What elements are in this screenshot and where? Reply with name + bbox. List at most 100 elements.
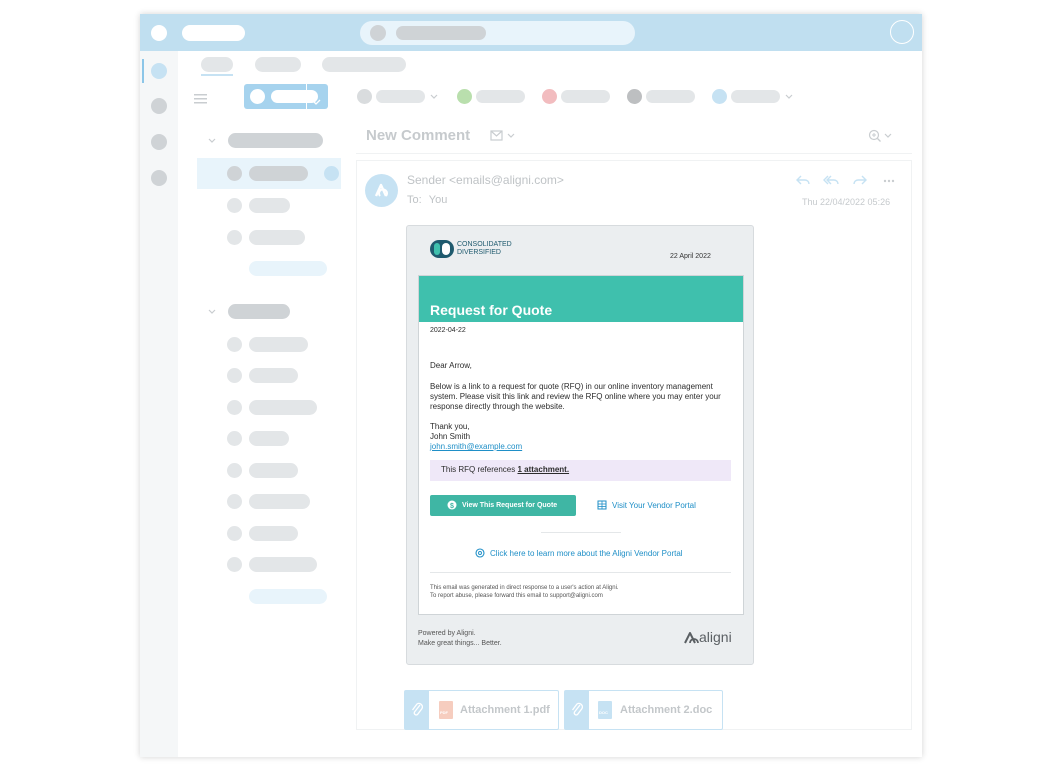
rail-item-calendar[interactable]: [151, 98, 167, 114]
rail-item-mail[interactable]: [151, 63, 167, 79]
attachment-card-1[interactable]: PDF Attachment 1.pdf: [404, 690, 559, 730]
tab-view[interactable]: [255, 57, 301, 72]
attachment-type: PDF: [440, 710, 448, 715]
attachment-note: This RFQ references 1 attachment.: [430, 460, 731, 481]
app-rail: [140, 51, 178, 757]
folder-icon: [227, 494, 242, 509]
thanks: Thank you,: [430, 422, 470, 431]
tab-home[interactable]: [201, 57, 233, 72]
chevron-down-icon[interactable]: [208, 138, 216, 144]
search-placeholder: [396, 26, 486, 40]
toolbar-report-label: [561, 90, 610, 103]
company-logo: [430, 240, 454, 258]
avatar-icon: [365, 174, 398, 207]
attachment-clip: [405, 691, 429, 729]
sender-name[interactable]: Sender <emails@aligni.com>: [407, 173, 564, 187]
zoom-icon[interactable]: [868, 129, 894, 143]
toolbar-reply-icon[interactable]: [712, 89, 727, 104]
forward-icon[interactable]: [853, 174, 867, 186]
company-name-line2: DIVERSIFIED: [457, 249, 501, 256]
body-line-2: system. Please visit this link and revie…: [430, 392, 721, 401]
attachment-card-2[interactable]: DOC Attachment 2.doc: [564, 690, 723, 730]
view-quote-button[interactable]: $ View This Request for Quote: [430, 495, 576, 516]
folder-item[interactable]: [249, 557, 317, 572]
rfq-date: 2022-04-22: [430, 327, 466, 334]
rail-item-people[interactable]: [151, 134, 167, 150]
toolbar-archive-icon[interactable]: [457, 89, 472, 104]
chevron-down-icon[interactable]: [311, 93, 321, 111]
toolbar-archive-label: [476, 90, 525, 103]
footer-divider: [430, 572, 731, 573]
app-name-placeholder: [182, 25, 245, 41]
svg-text:$: $: [450, 503, 454, 510]
powered-by: Powered by Aligni.: [418, 630, 476, 637]
footer-line-2: To report abuse, please forward this ema…: [430, 593, 603, 599]
toolbar-reply-label: [731, 90, 780, 103]
dollar-icon: $: [447, 500, 457, 510]
folder-item[interactable]: [249, 494, 310, 509]
reply-icon[interactable]: [796, 174, 810, 186]
note-attachment-link[interactable]: 1 attachment.: [517, 465, 569, 474]
attachment-type: DOC: [599, 710, 608, 715]
folder-label: [249, 166, 308, 181]
folder-item-inbox[interactable]: [197, 158, 341, 189]
section-divider: [541, 532, 621, 533]
message-subject: New Comment: [366, 127, 471, 144]
folder-icon: [227, 557, 242, 572]
banner-title: Request for Quote: [430, 302, 553, 318]
message-date: Thu 22/04/2022 05:26: [802, 197, 891, 207]
toolbar-delete-icon[interactable]: [357, 89, 372, 104]
folder-item-drafts[interactable]: [249, 198, 290, 213]
help-icon: [475, 548, 485, 558]
unread-badge: [324, 166, 339, 181]
tab-help[interactable]: [322, 57, 406, 72]
rail-item-files[interactable]: [151, 170, 167, 186]
folder-item[interactable]: [249, 526, 298, 541]
title-bar: [140, 14, 922, 51]
app-icon[interactable]: [151, 25, 167, 41]
folder-icon: [227, 431, 242, 446]
signer-email-link[interactable]: john.smith@example.com: [430, 442, 522, 453]
reply-all-icon[interactable]: [823, 174, 839, 186]
vendor-portal-link[interactable]: Visit Your Vendor Portal: [612, 501, 696, 512]
more-icon[interactable]: [883, 179, 895, 183]
paperclip-icon: [571, 702, 583, 716]
folder-item[interactable]: [249, 431, 289, 446]
more-folders-link[interactable]: [249, 261, 327, 276]
to-value[interactable]: You: [429, 194, 448, 206]
profile-avatar[interactable]: [890, 20, 914, 44]
chevron-down-icon[interactable]: [785, 94, 793, 100]
chevron-down-icon[interactable]: [208, 309, 216, 315]
company-name-line1: CONSOLIDATED: [457, 241, 512, 248]
folder-icon: [227, 198, 242, 213]
folder-icon: [227, 400, 242, 415]
doc-file-icon: DOC: [598, 701, 612, 719]
toolbar-report-icon[interactable]: [542, 89, 557, 104]
new-mail-button[interactable]: [244, 84, 328, 109]
folder-item[interactable]: [249, 337, 308, 352]
chevron-down-icon[interactable]: [430, 94, 438, 100]
folder-item-sent[interactable]: [249, 230, 305, 245]
attachment-name: Attachment 1.pdf: [460, 704, 550, 716]
toolbar-move-label: [646, 90, 695, 103]
footer-line-1: This email was generated in direct respo…: [430, 585, 619, 591]
folder-pane: [178, 115, 356, 757]
building-icon: [597, 500, 607, 510]
group-label[interactable]: [228, 304, 290, 319]
signer-name: John Smith: [430, 432, 471, 441]
email-content: Request for Quote 2022-04-22 Dear Arrow,…: [418, 275, 744, 615]
more-folders-link[interactable]: [249, 589, 327, 604]
search-bar[interactable]: [360, 21, 635, 45]
toolbar-move-icon[interactable]: [627, 89, 642, 104]
folder-item[interactable]: [249, 400, 317, 415]
note-prefix: This RFQ references: [441, 465, 516, 474]
recipient-line: To: You: [407, 194, 447, 206]
folder-item[interactable]: [249, 463, 298, 478]
body-line-3: response directly through the website.: [430, 402, 565, 411]
tab-active-underline: [201, 74, 233, 76]
folder-item[interactable]: [249, 368, 298, 383]
mail-options-icon[interactable]: [490, 129, 516, 143]
hamburger-icon[interactable]: [194, 91, 207, 104]
learn-more-link[interactable]: Click here to learn more about the Align…: [490, 549, 683, 560]
account-label[interactable]: [228, 133, 323, 148]
